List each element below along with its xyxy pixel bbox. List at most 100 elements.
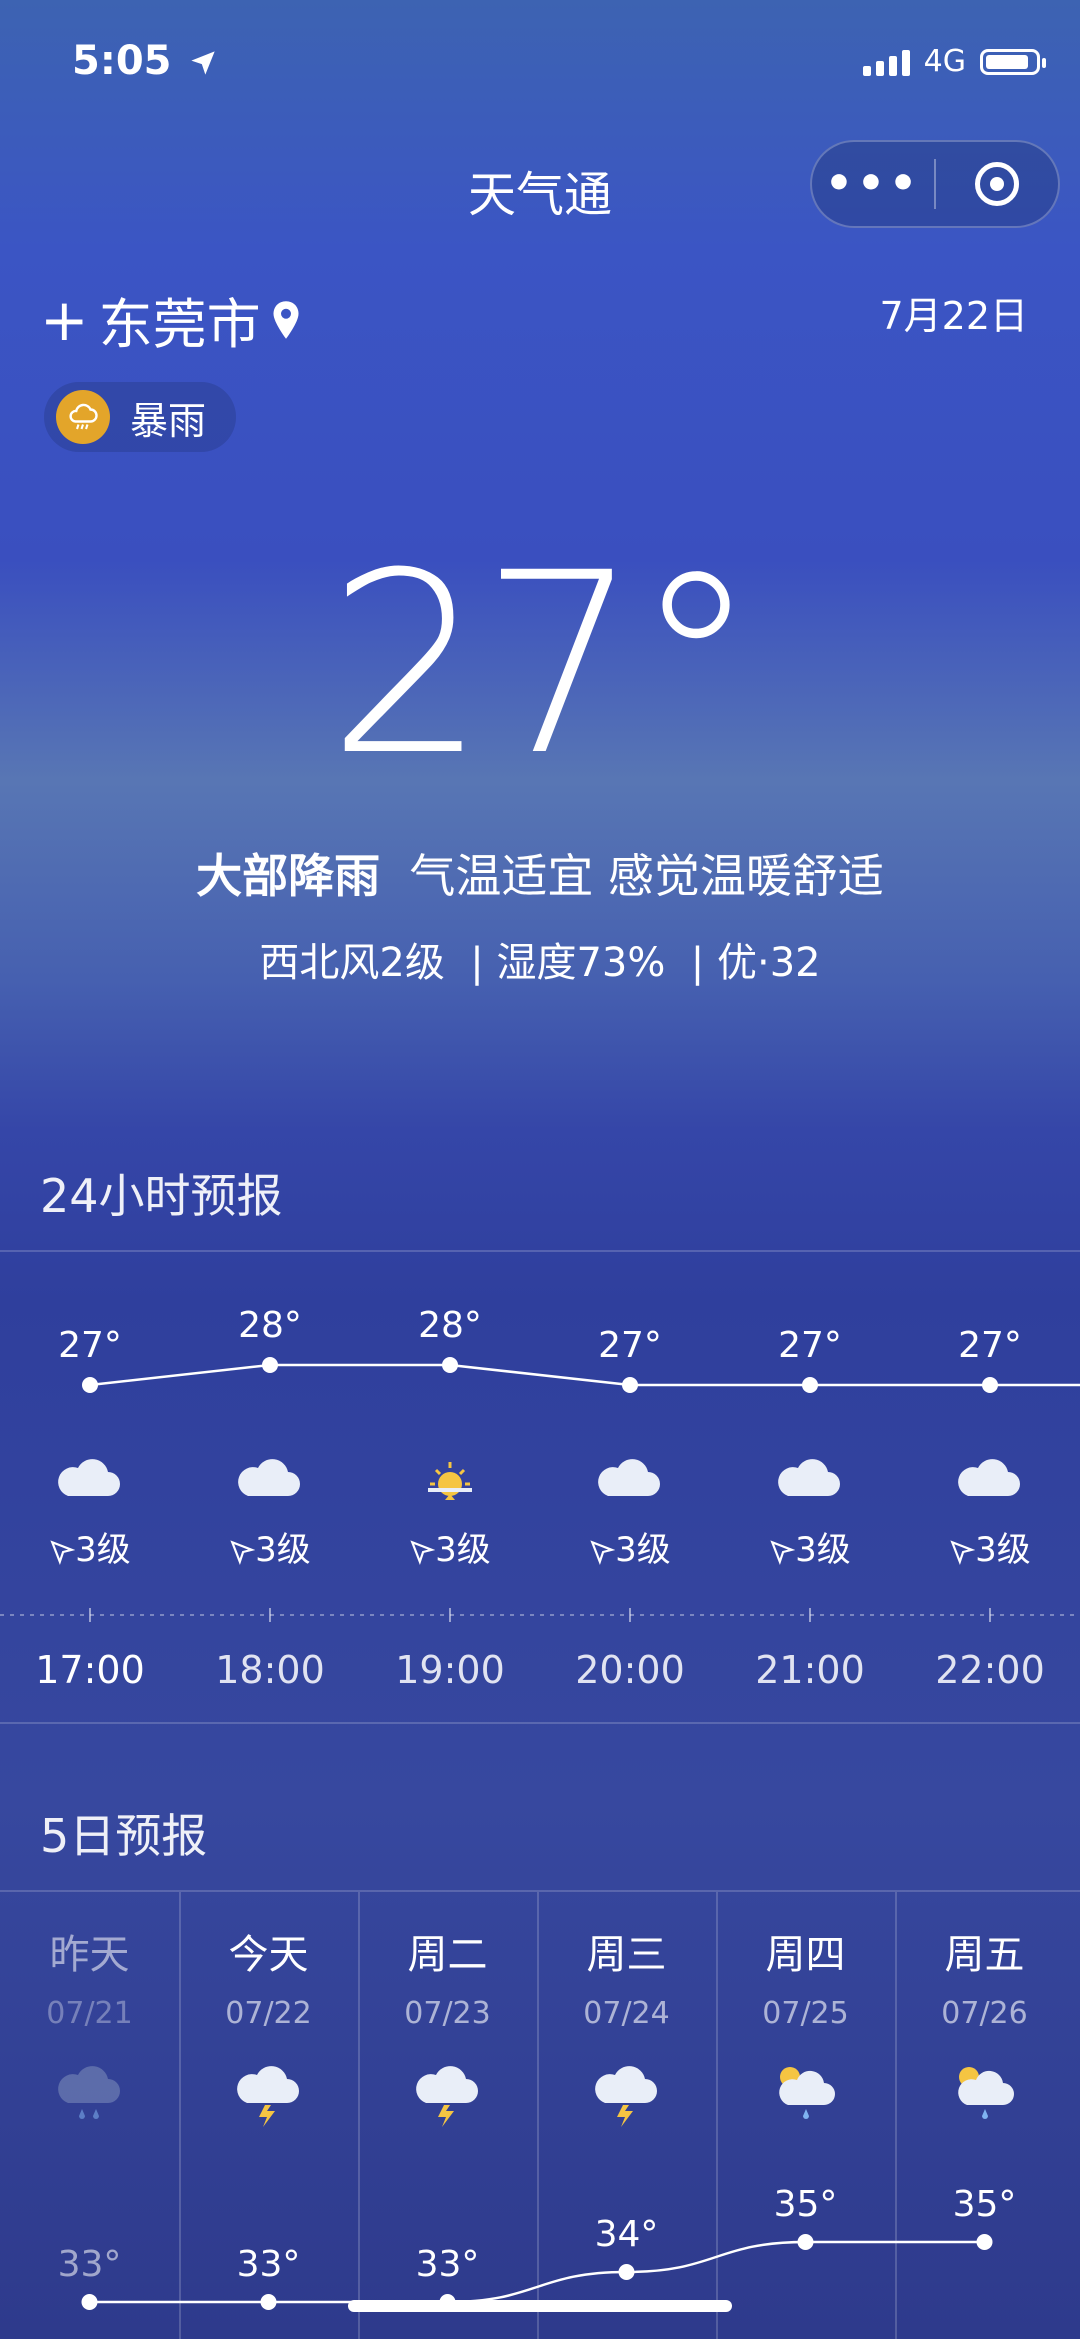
day-column[interactable]: 周五 07/26	[896, 1922, 1074, 2131]
thunderstorm-icon	[538, 2057, 716, 2131]
hourly-wind: 3级	[20, 1522, 160, 1571]
humidity-info: 湿度73%	[496, 940, 666, 986]
temperature-point	[622, 1377, 638, 1393]
wind-direction-icon	[410, 1539, 436, 1565]
day-max-temp: 33°	[57, 2244, 122, 2285]
sun-rain-icon	[717, 2057, 895, 2131]
more-dots-icon[interactable]: •••	[812, 162, 934, 206]
day-date: 07/24	[583, 1996, 670, 2031]
day-date: 07/21	[46, 1996, 133, 2031]
battery-icon	[980, 48, 1046, 75]
hourly-temp: 27°	[958, 1325, 1022, 1366]
divider	[0, 1722, 1080, 1724]
day-max-temp: 35°	[952, 2184, 1017, 2225]
cloudy-icon	[770, 1450, 850, 1514]
daily-forecast[interactable]: 昨天 07/21 33° 今天 07/22 33° 周二 07/23 33° 周三 07/24 34°…	[0, 1892, 1080, 2339]
location-pin-icon	[273, 300, 299, 339]
home-indicator[interactable]	[348, 2300, 732, 2312]
sun-rain-icon	[896, 2057, 1074, 2131]
temperature-point	[82, 1377, 98, 1393]
day-column[interactable]: 周二 07/23	[359, 1922, 537, 2131]
hourly-wind: 3级	[380, 1522, 520, 1571]
weather-details: 西北风2级 | 湿度73% | 优·32	[259, 940, 821, 986]
hourly-temp: 27°	[778, 1325, 842, 1366]
day-name: 周二	[407, 1932, 488, 1978]
plus-icon[interactable]: +	[40, 291, 89, 349]
hourly-wind: 3级	[560, 1522, 700, 1571]
hourly-wind: 3级	[920, 1522, 1060, 1571]
hourly-temp: 27°	[58, 1325, 122, 1366]
wind-direction-icon	[590, 1539, 616, 1565]
current-temperature: 27°	[327, 519, 758, 810]
day-column[interactable]: 昨天 07/21	[1, 1922, 179, 2131]
rain-cloud-icon	[1, 2057, 179, 2131]
max-temperature-point	[260, 2294, 277, 2310]
day-column[interactable]: 今天 07/22	[180, 1922, 358, 2131]
day-name: 今天	[228, 1932, 309, 1978]
city-selector[interactable]: + 东莞市	[40, 280, 301, 359]
status-time: 5:05	[72, 38, 217, 84]
day-date: 07/25	[762, 1996, 849, 2031]
rainstorm-icon	[56, 390, 110, 444]
temperature-line	[89, 1363, 1080, 1387]
mini-program-capsule: •••	[810, 140, 1060, 228]
day-date: 07/22	[225, 1996, 312, 2031]
hourly-time: 19:00	[395, 1648, 505, 1692]
aqi-info: 优·32	[716, 940, 821, 986]
day-name: 周三	[586, 1932, 667, 1978]
cloudy-icon	[950, 1450, 1030, 1514]
city-name: 东莞市	[98, 293, 261, 356]
wind-direction-icon	[230, 1539, 256, 1565]
condition-text: 大部降雨	[196, 849, 381, 903]
day-max-temp: 34°	[594, 2214, 659, 2255]
hourly-temp: 28°	[418, 1305, 482, 1346]
day-date: 07/26	[941, 1996, 1028, 2031]
status-indicators: 4G	[862, 44, 1046, 79]
day-max-temp: 35°	[773, 2184, 838, 2225]
wind-level: 3级	[255, 1530, 311, 1570]
hourly-time: 20:00	[575, 1648, 685, 1692]
sunset-icon	[410, 1450, 490, 1514]
hourly-time: 22:00	[935, 1648, 1045, 1692]
day-max-temp: 33°	[236, 2244, 301, 2285]
signal-icon	[862, 48, 910, 76]
day-name: 昨天	[49, 1932, 130, 1978]
comfort-text: 气温适宜 感觉温暖舒适	[409, 849, 884, 903]
hourly-time: 17:00	[35, 1648, 145, 1692]
wind-direction-icon	[50, 1539, 76, 1565]
wind-direction-icon	[950, 1539, 976, 1565]
temperature-point	[262, 1357, 278, 1373]
max-temperature-point	[81, 2294, 98, 2310]
weather-alert-badge[interactable]: 暴雨	[44, 382, 237, 452]
max-temperature-point	[797, 2234, 814, 2250]
wind-info: 西北风2级	[259, 940, 445, 986]
close-circle-icon[interactable]	[936, 162, 1058, 206]
location-arrow-icon	[191, 51, 216, 75]
temperature-point	[442, 1357, 458, 1373]
thunderstorm-icon	[180, 2057, 358, 2131]
hourly-forecast[interactable]: 27° 3级 17:00 28° 3级 18:00 28° 3级 19:00 27° 3级 20:00…	[0, 1250, 1080, 1730]
wind-level: 3级	[435, 1530, 491, 1570]
temperature-point	[982, 1377, 998, 1393]
temperature-point	[802, 1377, 818, 1393]
condition-description: 大部降雨 气温适宜 感觉温暖舒适	[0, 840, 1080, 906]
daily-section-title: 5日预报	[40, 1809, 208, 1863]
day-name: 周四	[765, 1932, 846, 1978]
max-temperature-point	[976, 2234, 993, 2250]
network-label: 4G	[923, 44, 966, 79]
hourly-section-title: 24小时预报	[40, 1169, 283, 1223]
wind-direction-icon	[770, 1539, 796, 1565]
hourly-wind: 3级	[200, 1522, 340, 1571]
day-name: 周五	[944, 1932, 1025, 1978]
hourly-temp: 28°	[238, 1305, 302, 1346]
current-date: 7月22日	[879, 294, 1028, 338]
wind-level: 3级	[615, 1530, 671, 1570]
cloudy-icon	[50, 1450, 130, 1514]
cloudy-icon	[590, 1450, 670, 1514]
wind-level: 3级	[975, 1530, 1031, 1570]
max-temperature-point	[618, 2264, 635, 2280]
status-time-text: 5:05	[72, 38, 172, 84]
day-column[interactable]: 周四 07/25	[717, 1922, 895, 2131]
hourly-time: 21:00	[755, 1648, 865, 1692]
day-column[interactable]: 周三 07/24	[538, 1922, 716, 2131]
